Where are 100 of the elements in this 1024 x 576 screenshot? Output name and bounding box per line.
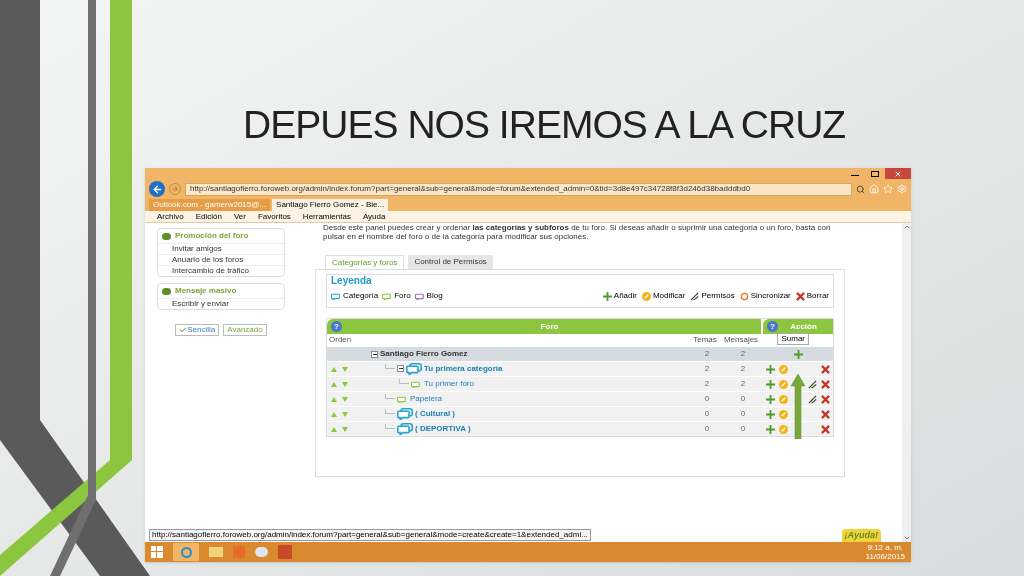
windows-icon[interactable] <box>151 546 163 558</box>
speech-bubble-icon <box>331 291 342 301</box>
plus-icon[interactable] <box>766 409 775 419</box>
pencil-circle-icon[interactable] <box>779 424 788 434</box>
speech-bubble-icon <box>397 394 408 404</box>
legend-label: Sincronizar <box>750 290 791 302</box>
address-field[interactable]: http://santiagofierro.foroweb.org/admin/index.forum?part=general&sub=general&mode=forum&extended_admin=0&tid=3d8e497c34728f8f3d246d38badddbd0 <box>185 182 852 196</box>
delete-icon[interactable] <box>821 409 830 419</box>
sidebar-link[interactable]: Escribir y enviar <box>158 298 284 309</box>
mode-button[interactable]: Sencilla <box>175 324 220 336</box>
menu-item[interactable]: Edición <box>195 212 222 221</box>
table-cell-text: 2 <box>739 378 747 390</box>
plus-icon[interactable] <box>602 291 612 301</box>
menu-item[interactable]: Ayuda <box>362 212 386 221</box>
plus-icon[interactable] <box>793 349 803 359</box>
table-cell-text: 2 <box>739 348 747 360</box>
table-row[interactable]: ( DEPORTIVA ) 0 0 <box>327 421 833 436</box>
header-label: Acción <box>789 320 818 333</box>
slash-icon[interactable] <box>808 394 817 404</box>
menu-item[interactable]: Ver <box>233 212 246 221</box>
clock-time: 9:12 a. m. <box>867 543 904 552</box>
move-up-icon[interactable] <box>331 411 337 417</box>
move-down-icon[interactable] <box>342 411 348 417</box>
clock-date: 11/06/2015 <box>865 552 905 561</box>
delete-icon[interactable] <box>821 379 830 389</box>
forum-name[interactable]: ( Cultural ) <box>415 408 455 420</box>
move-down-icon[interactable] <box>342 366 348 372</box>
tooltip: Sumar <box>777 333 809 345</box>
close-button[interactable] <box>885 168 911 179</box>
legend-label: Borrar <box>806 290 829 302</box>
arrow-right-icon <box>171 185 179 193</box>
panel-tab[interactable]: Categorías y foros <box>325 255 405 269</box>
back-button[interactable] <box>149 181 165 197</box>
expand-toggle[interactable] <box>371 350 378 358</box>
plus-icon[interactable] <box>766 364 775 374</box>
slash-icon[interactable] <box>690 291 700 301</box>
sidebar-link[interactable]: Intercambio de tráfico <box>158 265 284 276</box>
delete-icon[interactable] <box>821 394 830 404</box>
table-cell-text: 2 <box>703 363 711 375</box>
browser-tab[interactable]: Santiago Fierro Gomez - Bie... <box>272 199 389 211</box>
table-row[interactable]: ( Cultural ) 0 0 <box>327 406 833 421</box>
menu-item[interactable]: Archivo <box>157 212 184 221</box>
plus-icon[interactable] <box>766 424 775 434</box>
move-down-icon[interactable] <box>342 396 348 402</box>
star-icon[interactable] <box>883 184 893 194</box>
search-icon[interactable] <box>856 184 865 194</box>
pencil-circle-icon[interactable] <box>779 409 788 419</box>
move-up-icon[interactable] <box>331 366 337 372</box>
delete-icon[interactable] <box>795 291 805 301</box>
forum-name[interactable]: ( DEPORTIVA ) <box>415 423 471 435</box>
settings-icon[interactable] <box>897 184 907 194</box>
pencil-circle-icon[interactable] <box>641 291 651 301</box>
mode-button[interactable]: Avanzado <box>223 324 267 336</box>
chevron-up-icon[interactable] <box>902 223 911 231</box>
delete-icon[interactable] <box>821 364 830 374</box>
menu-item[interactable]: Favoritos <box>257 212 291 221</box>
pencil-circle-icon[interactable] <box>779 394 788 404</box>
sidebar-link[interactable]: Anuario de los foros <box>158 254 284 265</box>
expand-toggle[interactable] <box>397 365 404 373</box>
delete-icon[interactable] <box>821 424 830 434</box>
move-down-icon[interactable] <box>342 426 348 432</box>
move-up-icon[interactable] <box>331 396 337 402</box>
forum-name[interactable]: Tu primera categoría <box>424 363 503 375</box>
table-cell-text: 0 <box>703 393 711 405</box>
tree-line <box>399 379 409 384</box>
help-icon[interactable]: ? <box>767 321 778 332</box>
arrow-drawing <box>791 374 805 439</box>
legend-label: Categoría <box>343 290 379 302</box>
pencil-circle-icon[interactable] <box>779 379 788 389</box>
plus-icon[interactable] <box>766 379 775 389</box>
move-up-icon[interactable] <box>331 426 337 432</box>
pencil-circle-icon[interactable] <box>779 364 788 374</box>
move-down-icon[interactable] <box>342 381 348 387</box>
move-up-icon[interactable] <box>331 381 337 387</box>
legend-label: Blog <box>426 290 443 302</box>
arrow-left-icon <box>151 183 163 195</box>
menu-item[interactable]: Herramientas <box>302 212 351 221</box>
header-label: Foro <box>539 320 560 333</box>
panel-tab[interactable]: Control de Permisos <box>408 255 493 269</box>
table-cell-text: 0 <box>703 408 711 420</box>
table-cell-text: 0 <box>739 408 747 420</box>
help-icon[interactable]: ? <box>331 321 342 332</box>
speech-bubble-icon <box>397 407 413 421</box>
status-url: http://santiagofierro.foroweb.org/admin/index.forum?part=general&sub=general&mode=create&create=1&extended_admi... <box>149 529 591 541</box>
forum-name[interactable]: Papelera <box>410 393 443 405</box>
table-row[interactable]: Tu primer foro 2 2 <box>327 376 833 391</box>
forum-name[interactable]: Tu primer foro <box>424 378 474 390</box>
forward-button[interactable] <box>169 183 181 195</box>
table-row[interactable]: Tu primera categoría 2 2 <box>327 361 833 376</box>
slash-icon[interactable] <box>808 379 817 389</box>
sidebar-link[interactable]: Invitar amigos <box>158 243 284 254</box>
table-row[interactable]: Papelera 0 0 <box>327 391 833 406</box>
chevron-down-icon[interactable] <box>902 534 911 542</box>
column-header: Mensajes <box>722 334 760 346</box>
tree-line <box>385 394 395 399</box>
home-icon[interactable] <box>869 184 879 194</box>
plus-icon[interactable] <box>766 394 775 404</box>
forum-name[interactable]: Santiago Fierro Gomez <box>380 348 468 360</box>
column-header: Orden <box>329 334 353 346</box>
legend-label: Foro <box>394 290 411 302</box>
